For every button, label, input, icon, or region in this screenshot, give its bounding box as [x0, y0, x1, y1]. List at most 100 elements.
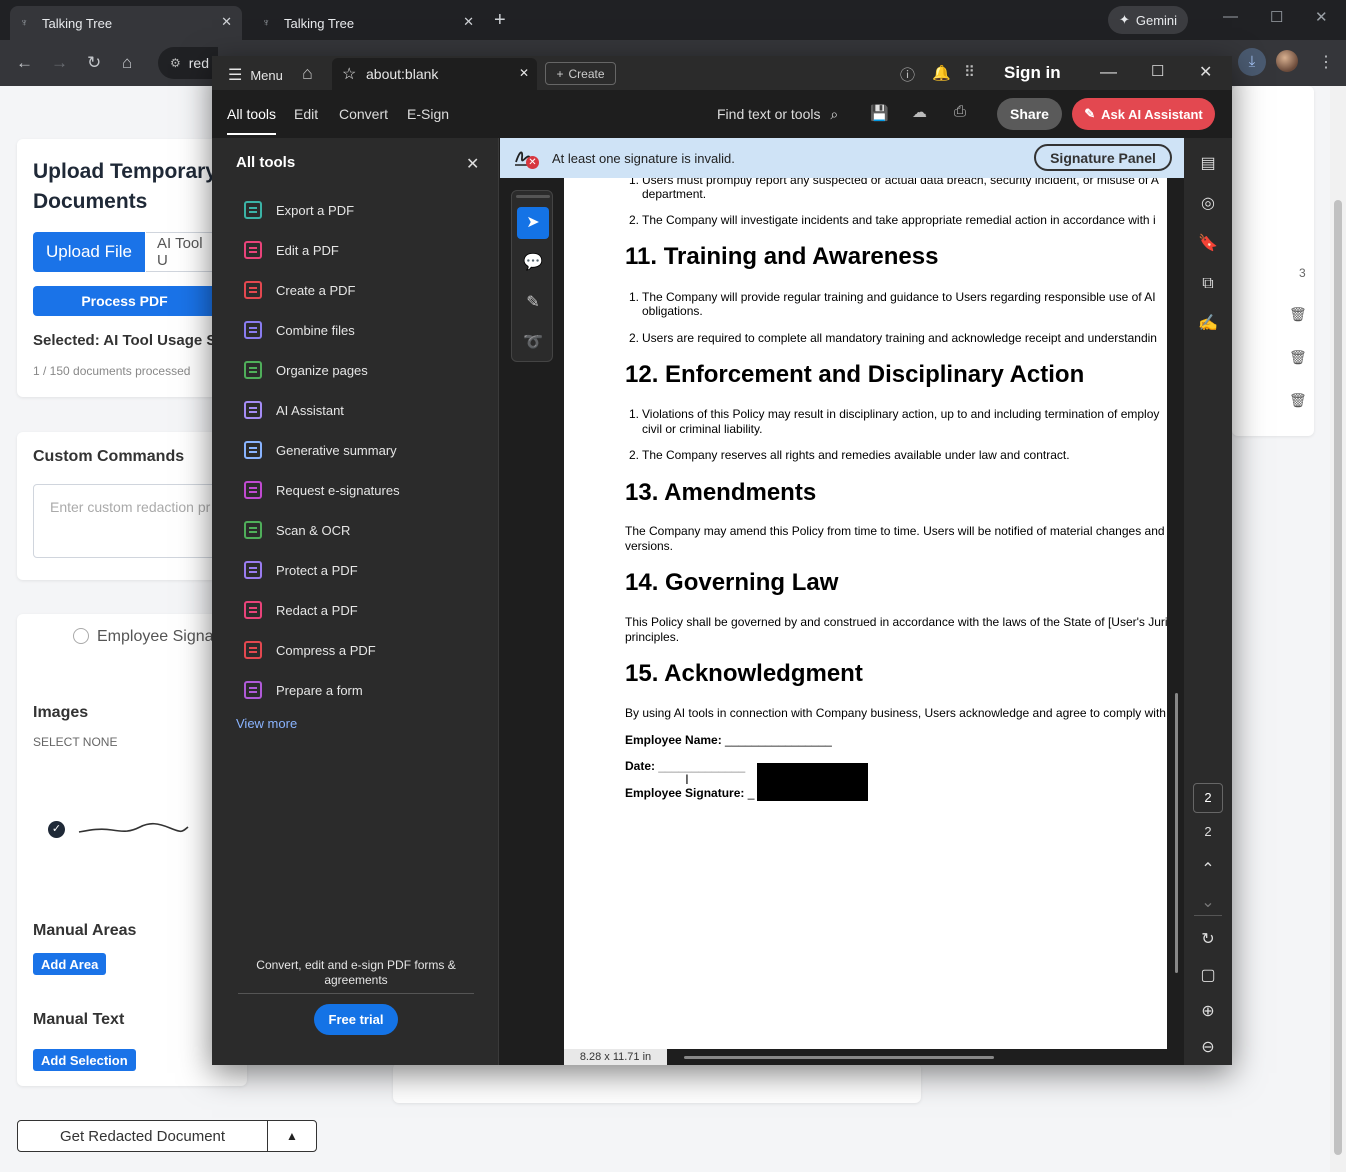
chevron-up-icon[interactable]: ⌃ [1198, 860, 1218, 880]
browser-tab-active[interactable]: ♆ Talking Tree ✕ [10, 6, 242, 40]
custom-command-input[interactable]: Enter custom redaction pr [33, 484, 216, 558]
tool-scan-ocr[interactable]: Scan & OCR [244, 516, 484, 544]
print-icon[interactable]: ⎙ [954, 103, 966, 120]
zoom-out-icon[interactable]: ⊖ [1198, 1038, 1218, 1058]
vertical-scrollbar[interactable] [1175, 693, 1178, 973]
menu-button[interactable]: ☰ Menu [228, 65, 283, 85]
get-redacted-button[interactable]: Get Redacted Document [17, 1120, 268, 1152]
ask-ai-assistant-button[interactable]: ✎ Ask AI Assistant [1072, 98, 1215, 130]
select-none-link[interactable]: SELECT NONE [33, 735, 117, 749]
browser-tab[interactable]: ♆ Talking Tree ✕ [252, 6, 484, 40]
rotate-icon[interactable]: ↻ [1198, 930, 1218, 950]
section-heading: 11. Training and Awareness [625, 243, 939, 270]
trash-icon[interactable]: 🗑 [1289, 349, 1307, 366]
home-icon[interactable]: ⌂ [122, 53, 132, 73]
tool-combine-files[interactable]: Combine files [244, 316, 484, 344]
select-cursor-icon[interactable]: ➤ [517, 207, 549, 239]
tool-prepare-form[interactable]: Prepare a form [244, 676, 484, 704]
tool-redact-pdf[interactable]: Redact a PDF [244, 596, 484, 624]
tab-edit[interactable]: Edit [294, 106, 318, 122]
upload-cloud-icon[interactable]: ☁ [912, 103, 927, 121]
ai-tool-tab[interactable]: AI Tool U [146, 232, 216, 272]
pages-icon[interactable]: ⧉ [1198, 274, 1218, 294]
chevron-down-icon[interactable]: ⌄ [1198, 893, 1218, 913]
help-icon[interactable]: ⓘ [900, 64, 915, 85]
tool-protect-pdf[interactable]: Protect a PDF [244, 556, 484, 584]
add-selection-button[interactable]: Add Selection [33, 1049, 136, 1071]
export-pdf-icon [244, 201, 262, 219]
comments-icon[interactable]: ◎ [1198, 194, 1218, 214]
gemini-button[interactable]: ✦ Gemini [1108, 6, 1188, 34]
close-tab-icon[interactable]: ✕ [519, 66, 529, 80]
paragraph: The Company may amend this Policy from t… [625, 524, 1167, 538]
close-window-icon[interactable]: ✕ [1315, 8, 1328, 26]
ai-summary-icon[interactable]: ▤ [1198, 154, 1218, 174]
process-pdf-button[interactable]: Process PDF [33, 286, 216, 316]
right-panel-card [1232, 86, 1314, 436]
address-bar[interactable]: ⚙ red [158, 47, 218, 79]
star-icon[interactable]: ☆ [342, 64, 356, 84]
reload-icon[interactable]: ↻ [87, 53, 101, 73]
check-icon[interactable]: ✓ [48, 821, 65, 838]
trash-icon[interactable]: 🗑 [1289, 392, 1307, 409]
create-button[interactable]: + Create [545, 62, 616, 85]
signature-panel-button[interactable]: Signature Panel [1034, 144, 1172, 171]
upload-file-button[interactable]: Upload File [33, 232, 145, 272]
add-area-button[interactable]: Add Area [33, 953, 107, 975]
save-icon[interactable]: 💾 [870, 104, 889, 122]
view-more-link[interactable]: View more [236, 716, 297, 731]
tab-e-sign[interactable]: E-Sign [407, 106, 449, 122]
redaction-box[interactable] [757, 763, 868, 801]
minimize-icon[interactable]: — [1223, 8, 1238, 25]
list-item: 2. The Company reserves all rights and re… [629, 448, 1070, 462]
caret-up-icon[interactable]: ▲ [267, 1120, 317, 1152]
new-tab-icon[interactable]: + [494, 9, 506, 32]
actual-size-icon[interactable]: ▢ [1198, 966, 1218, 986]
document-tab[interactable]: ☆ about:blank ✕ [332, 58, 537, 90]
close-tab-icon[interactable]: ✕ [463, 14, 474, 30]
lasso-icon[interactable]: ➰ [517, 327, 549, 359]
free-trial-button[interactable]: Free trial [314, 1004, 398, 1035]
tool-edit-pdf[interactable]: Edit a PDF [244, 236, 484, 264]
bookmark-icon[interactable]: 🔖 [1198, 234, 1218, 254]
tab-all-tools[interactable]: All tools [227, 106, 277, 135]
tool-organize-pages[interactable]: Organize pages [244, 356, 484, 384]
close-window-icon[interactable]: ✕ [1199, 62, 1212, 82]
apps-grid-icon[interactable]: ⠿ [964, 63, 975, 81]
find-tools-button[interactable]: Find text or tools ⌕ [717, 106, 838, 123]
more-menu-icon[interactable]: ⋮ [1318, 52, 1334, 72]
bell-icon[interactable]: 🔔 [932, 64, 951, 82]
maximize-icon[interactable]: ☐ [1270, 8, 1283, 26]
highlight-pen-icon[interactable]: ✎ [517, 287, 549, 319]
minimize-icon[interactable]: — [1100, 62, 1117, 82]
home-icon[interactable]: ⌂ [302, 63, 313, 84]
tool-export-pdf[interactable]: Export a PDF [244, 196, 484, 224]
horizontal-scrollbar[interactable] [684, 1056, 994, 1059]
tool-ai-assistant[interactable]: AI Assistant [244, 396, 484, 424]
tab-convert[interactable]: Convert [339, 106, 388, 122]
employee-signature-radio[interactable] [73, 628, 89, 644]
drag-handle[interactable] [516, 195, 550, 198]
tool-compress-pdf[interactable]: Compress a PDF [244, 636, 484, 664]
trash-icon[interactable]: 🗑 [1289, 306, 1307, 323]
close-panel-icon[interactable]: ✕ [466, 154, 479, 174]
sign-in-link[interactable]: Sign in [1004, 63, 1061, 83]
close-tab-icon[interactable]: ✕ [221, 14, 232, 30]
tool-generative-summary[interactable]: Generative summary [244, 436, 484, 464]
current-page-input[interactable]: 2 [1193, 783, 1223, 813]
error-icon: ✕ [526, 156, 539, 169]
comment-icon[interactable]: 💬 [517, 247, 549, 279]
back-icon[interactable]: ← [16, 53, 33, 73]
fill-sign-icon[interactable]: ✍ [1198, 314, 1218, 334]
tool-create-pdf[interactable]: Create a PDF [244, 276, 484, 304]
profile-avatar[interactable] [1276, 50, 1298, 72]
page-scroll-thumb[interactable] [1334, 200, 1342, 1155]
share-button[interactable]: Share [997, 98, 1062, 130]
signature-thumbnail[interactable] [78, 818, 190, 838]
maximize-icon[interactable]: ☐ [1151, 62, 1164, 80]
zoom-in-icon[interactable]: ⊕ [1198, 1002, 1218, 1022]
download-icon[interactable]: ⤓ [1238, 48, 1266, 76]
tool-request-esignatures[interactable]: Request e-signatures [244, 476, 484, 504]
forward-icon[interactable]: → [51, 53, 68, 73]
acrobat-toolbar: All tools Edit Convert E-Sign Find text … [212, 90, 1232, 138]
